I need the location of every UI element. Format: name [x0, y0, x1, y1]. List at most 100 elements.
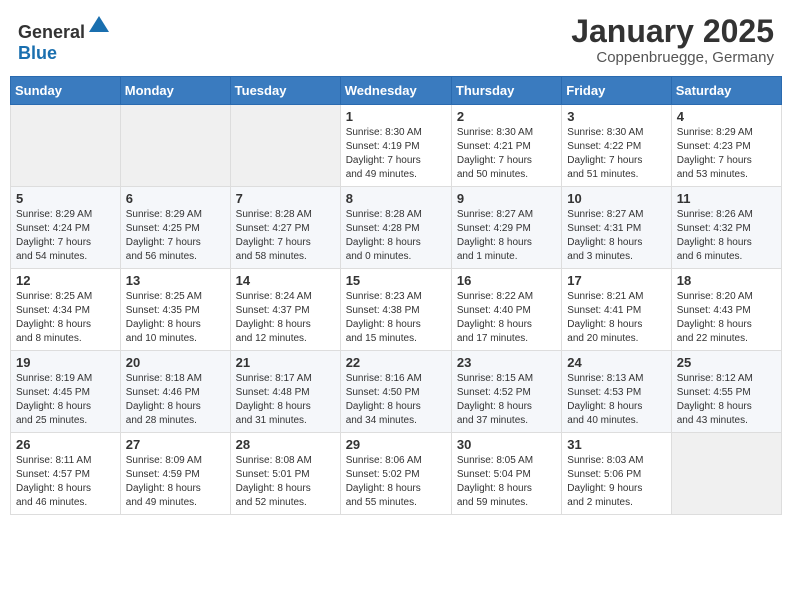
- day-number: 6: [126, 191, 225, 206]
- day-number: 10: [567, 191, 665, 206]
- weekday-header-cell: Thursday: [451, 77, 561, 105]
- logo-general: General: [18, 22, 85, 42]
- calendar-cell: [120, 105, 230, 187]
- calendar-cell: 15 Sunrise: 8:23 AM Sunset: 4:38 PM Dayli…: [340, 269, 451, 351]
- calendar-week-row: 19 Sunrise: 8:19 AM Sunset: 4:45 PM Dayli…: [11, 351, 782, 433]
- calendar-cell: 26 Sunrise: 8:11 AM Sunset: 4:57 PM Dayli…: [11, 433, 121, 515]
- day-number: 26: [16, 437, 115, 452]
- day-info: Sunrise: 8:27 AM Sunset: 4:29 PM Dayligh…: [457, 208, 556, 264]
- calendar-cell: 18Sunrise: 8:20 AM Sunset: 4:43 PM Dayli…: [671, 269, 781, 351]
- day-number: 5: [16, 191, 115, 206]
- day-number: 30: [457, 437, 556, 452]
- day-number: 1: [346, 109, 446, 124]
- calendar-table: SundayMondayTuesdayWednesdayThursdayFrid…: [10, 76, 782, 515]
- calendar-cell: [11, 105, 121, 187]
- day-info: Sunrise: 8:29 AM Sunset: 4:23 PM Dayligh…: [677, 126, 776, 182]
- day-number: 28: [236, 437, 335, 452]
- calendar-cell: 8 Sunrise: 8:28 AM Sunset: 4:28 PM Daylig…: [340, 187, 451, 269]
- calendar-cell: 25 Sunrise: 8:12 AM Sunset: 4:55 PM Dayli…: [671, 351, 781, 433]
- day-number: 17: [567, 273, 665, 288]
- weekday-header-cell: Saturday: [671, 77, 781, 105]
- calendar-cell: 4Sunrise: 8:29 AM Sunset: 4:23 PM Daylig…: [671, 105, 781, 187]
- calendar-cell: 28Sunrise: 8:08 AM Sunset: 5:01 PM Dayli…: [230, 433, 340, 515]
- day-info: Sunrise: 8:22 AM Sunset: 4:40 PM Dayligh…: [457, 290, 556, 346]
- day-number: 13: [126, 273, 225, 288]
- day-info: Sunrise: 8:27 AM Sunset: 4:31 PM Dayligh…: [567, 208, 665, 264]
- calendar-cell: 17Sunrise: 8:21 AM Sunset: 4:41 PM Dayli…: [562, 269, 671, 351]
- day-number: 31: [567, 437, 665, 452]
- day-info: Sunrise: 8:28 AM Sunset: 4:28 PM Dayligh…: [346, 208, 446, 264]
- logo-icon: [87, 14, 111, 38]
- day-number: 21: [236, 355, 335, 370]
- calendar-cell: 30 Sunrise: 8:05 AM Sunset: 5:04 PM Dayli…: [451, 433, 561, 515]
- day-info: Sunrise: 8:23 AM Sunset: 4:38 PM Dayligh…: [346, 290, 446, 346]
- day-number: 27: [126, 437, 225, 452]
- calendar-cell: 29Sunrise: 8:06 AM Sunset: 5:02 PM Dayli…: [340, 433, 451, 515]
- day-info: Sunrise: 8:11 AM Sunset: 4:57 PM Dayligh…: [16, 454, 115, 510]
- calendar-cell: 10 Sunrise: 8:27 AM Sunset: 4:31 PM Dayli…: [562, 187, 671, 269]
- calendar-cell: 11Sunrise: 8:26 AM Sunset: 4:32 PM Dayli…: [671, 187, 781, 269]
- subtitle: Coppenbruegge, Germany: [571, 49, 774, 66]
- calendar-cell: 13 Sunrise: 8:25 AM Sunset: 4:35 PM Dayli…: [120, 269, 230, 351]
- day-info: Sunrise: 8:30 AM Sunset: 4:22 PM Dayligh…: [567, 126, 665, 182]
- day-number: 23: [457, 355, 556, 370]
- day-number: 16: [457, 273, 556, 288]
- day-info: Sunrise: 8:12 AM Sunset: 4:55 PM Dayligh…: [677, 372, 776, 428]
- main-title: January 2025: [571, 14, 774, 49]
- day-info: Sunrise: 8:13 AM Sunset: 4:53 PM Dayligh…: [567, 372, 665, 428]
- day-info: Sunrise: 8:25 AM Sunset: 4:35 PM Dayligh…: [126, 290, 225, 346]
- weekday-header-cell: Tuesday: [230, 77, 340, 105]
- day-info: Sunrise: 8:24 AM Sunset: 4:37 PM Dayligh…: [236, 290, 335, 346]
- day-number: 22: [346, 355, 446, 370]
- weekday-header-cell: Monday: [120, 77, 230, 105]
- day-info: Sunrise: 8:25 AM Sunset: 4:34 PM Dayligh…: [16, 290, 115, 346]
- calendar-cell: 16 Sunrise: 8:22 AM Sunset: 4:40 PM Dayli…: [451, 269, 561, 351]
- day-info: Sunrise: 8:29 AM Sunset: 4:25 PM Dayligh…: [126, 208, 225, 264]
- day-info: Sunrise: 8:19 AM Sunset: 4:45 PM Dayligh…: [16, 372, 115, 428]
- calendar-cell: 9Sunrise: 8:27 AM Sunset: 4:29 PM Daylig…: [451, 187, 561, 269]
- day-number: 19: [16, 355, 115, 370]
- day-info: Sunrise: 8:29 AM Sunset: 4:24 PM Dayligh…: [16, 208, 115, 264]
- day-number: 25: [677, 355, 776, 370]
- calendar-cell: 24Sunrise: 8:13 AM Sunset: 4:53 PM Dayli…: [562, 351, 671, 433]
- day-info: Sunrise: 8:09 AM Sunset: 4:59 PM Dayligh…: [126, 454, 225, 510]
- calendar-cell: 2Sunrise: 8:30 AM Sunset: 4:21 PM Daylig…: [451, 105, 561, 187]
- day-info: Sunrise: 8:15 AM Sunset: 4:52 PM Dayligh…: [457, 372, 556, 428]
- calendar-cell: 3 Sunrise: 8:30 AM Sunset: 4:22 PM Daylig…: [562, 105, 671, 187]
- calendar-cell: 19 Sunrise: 8:19 AM Sunset: 4:45 PM Dayli…: [11, 351, 121, 433]
- calendar-cell: 7 Sunrise: 8:28 AM Sunset: 4:27 PM Daylig…: [230, 187, 340, 269]
- weekday-header-cell: Wednesday: [340, 77, 451, 105]
- day-info: Sunrise: 8:03 AM Sunset: 5:06 PM Dayligh…: [567, 454, 665, 510]
- calendar-cell: 5 Sunrise: 8:29 AM Sunset: 4:24 PM Daylig…: [11, 187, 121, 269]
- day-info: Sunrise: 8:30 AM Sunset: 4:19 PM Dayligh…: [346, 126, 446, 182]
- calendar-cell: [671, 433, 781, 515]
- calendar-week-row: 1 Sunrise: 8:30 AM Sunset: 4:19 PM Daylig…: [11, 105, 782, 187]
- calendar-cell: 21 Sunrise: 8:17 AM Sunset: 4:48 PM Dayli…: [230, 351, 340, 433]
- calendar-cell: 22Sunrise: 8:16 AM Sunset: 4:50 PM Dayli…: [340, 351, 451, 433]
- day-number: 14: [236, 273, 335, 288]
- title-section: January 2025 Coppenbruegge, Germany: [571, 14, 774, 66]
- calendar-week-row: 12 Sunrise: 8:25 AM Sunset: 4:34 PM Dayli…: [11, 269, 782, 351]
- calendar-body: 1 Sunrise: 8:30 AM Sunset: 4:19 PM Daylig…: [11, 105, 782, 515]
- weekday-header-cell: Friday: [562, 77, 671, 105]
- calendar-cell: [230, 105, 340, 187]
- day-info: Sunrise: 8:17 AM Sunset: 4:48 PM Dayligh…: [236, 372, 335, 428]
- day-info: Sunrise: 8:05 AM Sunset: 5:04 PM Dayligh…: [457, 454, 556, 510]
- day-number: 12: [16, 273, 115, 288]
- weekday-header-row: SundayMondayTuesdayWednesdayThursdayFrid…: [11, 77, 782, 105]
- calendar-week-row: 26 Sunrise: 8:11 AM Sunset: 4:57 PM Dayli…: [11, 433, 782, 515]
- day-number: 11: [677, 191, 776, 206]
- day-info: Sunrise: 8:06 AM Sunset: 5:02 PM Dayligh…: [346, 454, 446, 510]
- day-info: Sunrise: 8:28 AM Sunset: 4:27 PM Dayligh…: [236, 208, 335, 264]
- day-number: 8: [346, 191, 446, 206]
- calendar-cell: 14 Sunrise: 8:24 AM Sunset: 4:37 PM Dayli…: [230, 269, 340, 351]
- day-number: 3: [567, 109, 665, 124]
- calendar-cell: 27 Sunrise: 8:09 AM Sunset: 4:59 PM Dayli…: [120, 433, 230, 515]
- calendar-week-row: 5 Sunrise: 8:29 AM Sunset: 4:24 PM Daylig…: [11, 187, 782, 269]
- page-header: General Blue January 2025 Coppenbruegge,…: [10, 10, 782, 70]
- weekday-header-cell: Sunday: [11, 77, 121, 105]
- calendar-cell: 1 Sunrise: 8:30 AM Sunset: 4:19 PM Daylig…: [340, 105, 451, 187]
- day-number: 7: [236, 191, 335, 206]
- calendar-cell: 20Sunrise: 8:18 AM Sunset: 4:46 PM Dayli…: [120, 351, 230, 433]
- day-number: 15: [346, 273, 446, 288]
